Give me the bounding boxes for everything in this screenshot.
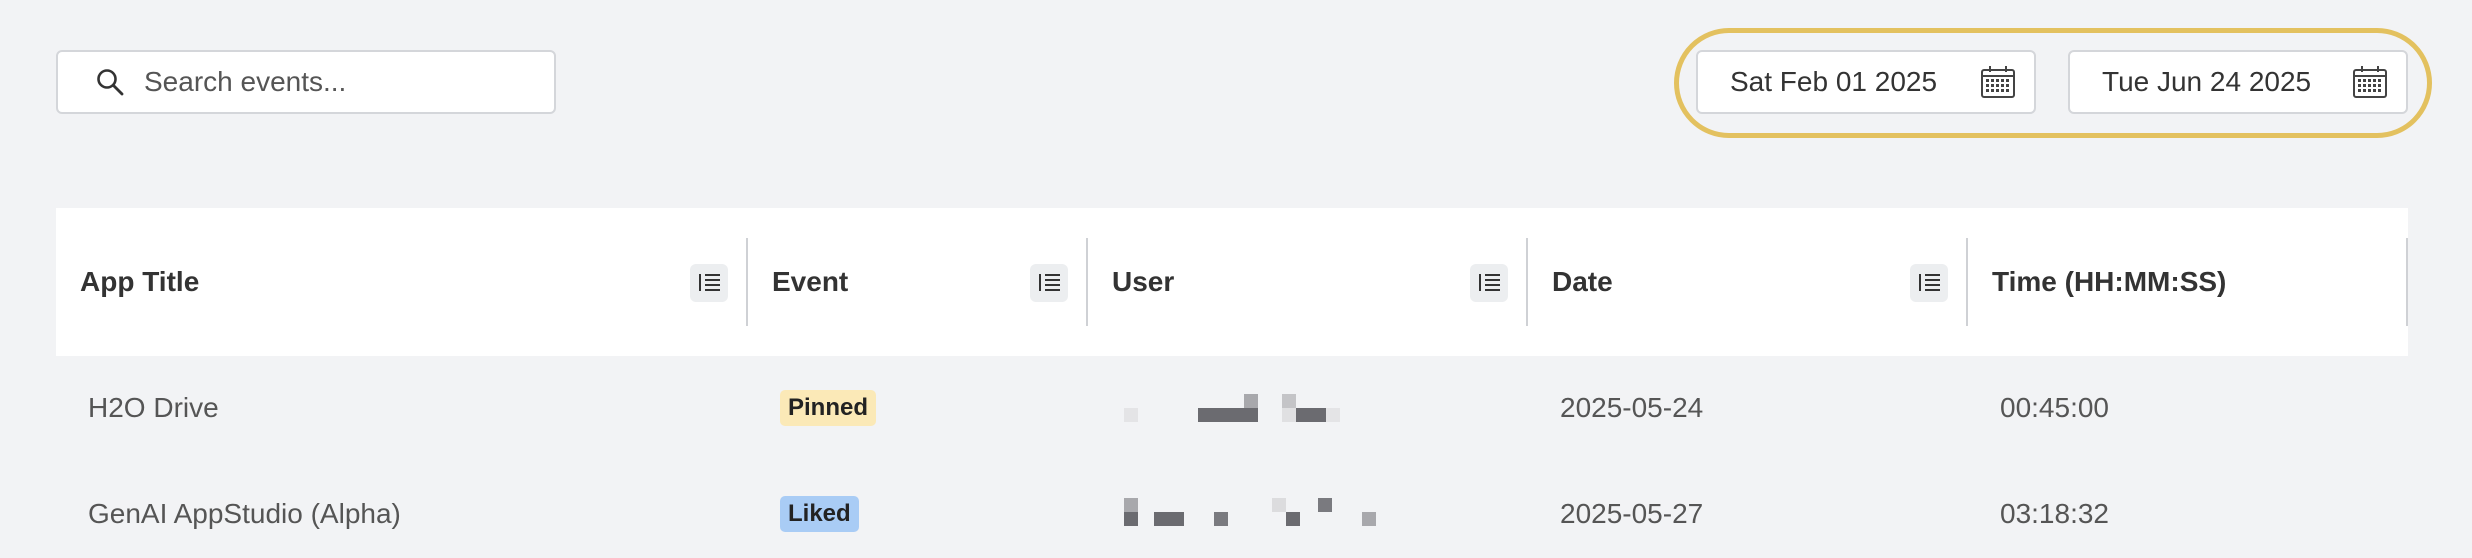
cell-time: 03:18:32 — [2000, 498, 2109, 529]
search-input[interactable] — [144, 66, 544, 98]
event-badge: Pinned — [780, 390, 877, 426]
column-menu-button[interactable] — [690, 264, 728, 302]
cell-date: 2025-05-27 — [1560, 498, 1704, 529]
cell-app-title: GenAI AppStudio (Alpha) — [88, 498, 401, 529]
cell-user — [1124, 462, 1384, 558]
column-divider[interactable] — [2406, 238, 2408, 326]
calendar-icon[interactable] — [1980, 65, 2016, 99]
table-header: App Title Event User Date Time (HH:MM:SS… — [56, 208, 2408, 356]
cell-app-title: H2O Drive — [88, 392, 219, 423]
column-header-time[interactable]: Time (HH:MM:SS) — [1968, 208, 2404, 356]
cell-date: 2025-05-24 — [1560, 392, 1704, 423]
cell-event: Liked — [780, 462, 859, 558]
cell-user — [1124, 356, 1384, 460]
start-date-picker[interactable]: Sat Feb 01 2025 — [1696, 50, 2036, 114]
column-menu-icon — [1039, 274, 1060, 291]
table-row[interactable]: H2O Drive Pinned 2025-05-24 00:45:00 — [56, 356, 2408, 460]
search-icon — [97, 69, 124, 96]
start-date-value: Sat Feb 01 2025 — [1730, 66, 1938, 97]
table-row[interactable]: GenAI AppStudio (Alpha) Liked 2025-05-27… — [56, 462, 2408, 558]
redacted-user — [1124, 494, 1384, 534]
column-header-app-title[interactable]: App Title — [56, 208, 746, 356]
column-menu-icon — [1479, 274, 1500, 291]
column-menu-icon — [699, 274, 720, 291]
column-menu-icon — [1919, 274, 1940, 291]
column-menu-button[interactable] — [1030, 264, 1068, 302]
column-header-user[interactable]: User — [1088, 208, 1528, 356]
column-menu-button[interactable] — [1910, 264, 1948, 302]
end-date-picker[interactable]: Tue Jun 24 2025 — [2068, 50, 2408, 114]
column-menu-button[interactable] — [1470, 264, 1508, 302]
end-date-value: Tue Jun 24 2025 — [2102, 66, 2312, 97]
events-table: App Title Event User Date Time (HH:MM:SS… — [56, 208, 2408, 558]
app-events-page: Sat Feb 01 2025 Tue Jun 24 2025 — [0, 0, 2472, 558]
cell-time: 00:45:00 — [2000, 392, 2109, 423]
cell-event: Pinned — [780, 356, 877, 460]
redacted-user — [1124, 388, 1384, 428]
column-header-date[interactable]: Date — [1528, 208, 1968, 356]
calendar-icon[interactable] — [2352, 65, 2388, 99]
event-badge: Liked — [780, 496, 859, 532]
search-box[interactable] — [56, 50, 556, 114]
